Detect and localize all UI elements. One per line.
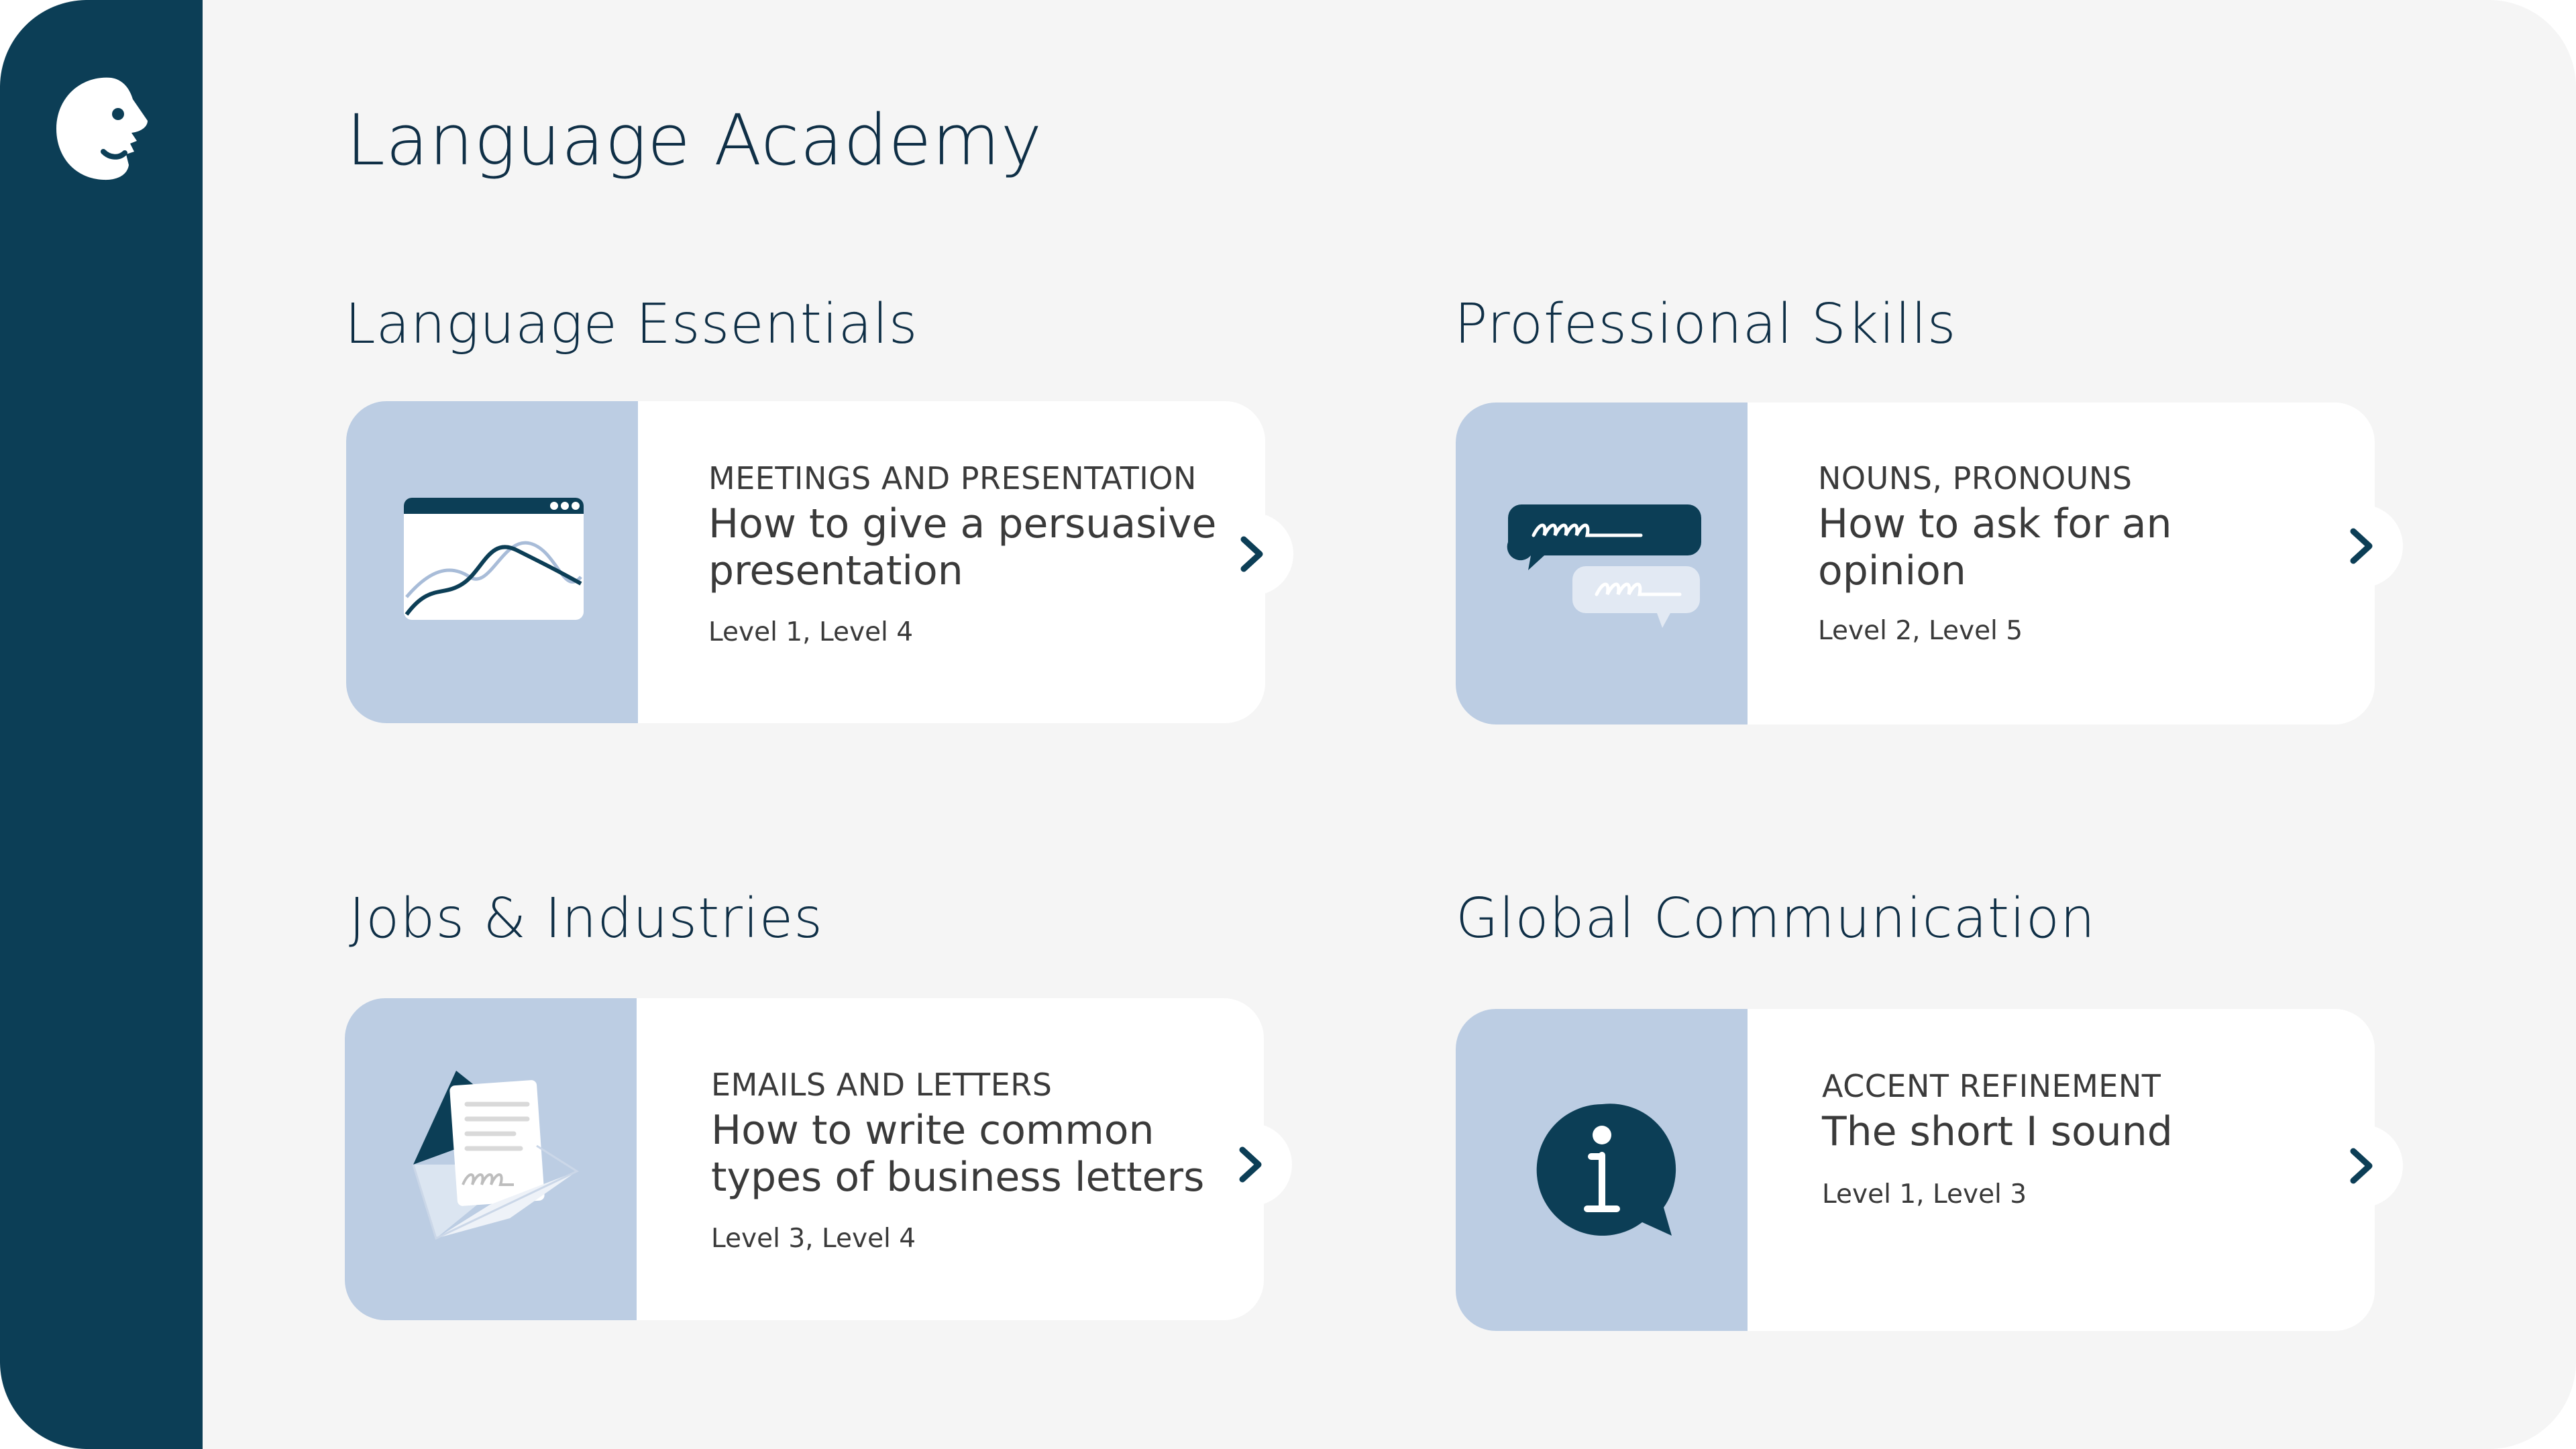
lesson-card-persuasive-presentation[interactable]: MEETINGS AND PRESENTATION How to give a …	[346, 401, 1293, 723]
open-lesson-button[interactable]	[2320, 504, 2403, 588]
card-thumbnail	[345, 998, 637, 1320]
card-levels: Level 2, Level 5	[1818, 616, 2023, 646]
card-category: ACCENT REFINEMENT	[1822, 1068, 2161, 1104]
info-bubble-icon	[1536, 1104, 1676, 1236]
card-levels: Level 1, Level 3	[1822, 1179, 2027, 1210]
lesson-card-short-i-sound[interactable]: ACCENT REFINEMENT The short I sound Leve…	[1456, 1009, 2403, 1331]
lesson-card-ask-for-opinion[interactable]: NOUNS, PRONOUNS How to ask for an opinio…	[1456, 402, 2403, 724]
lesson-card-business-letters[interactable]: EMAILS AND LETTERS How to write common t…	[345, 998, 1292, 1320]
section-title-jobs-industries: Jobs & Industries	[349, 887, 823, 951]
chevron-right-icon	[2350, 1148, 2373, 1184]
open-lesson-button[interactable]	[1210, 513, 1293, 596]
app-window: Language Academy Language Essentials MEE…	[0, 0, 2576, 1449]
face-profile-icon[interactable]	[54, 72, 152, 184]
presentation-chart-icon	[404, 498, 584, 620]
sidebar	[0, 0, 203, 1449]
card-heading[interactable]: How to give a persuasive presentation	[708, 500, 1218, 594]
card-thumbnail	[1456, 1009, 1748, 1331]
section-title-global-communication: Global Communication	[1456, 887, 2096, 951]
card-category: EMAILS AND LETTERS	[711, 1067, 1053, 1103]
card-category: NOUNS, PRONOUNS	[1818, 460, 2133, 496]
card-thumbnail	[1456, 402, 1748, 724]
card-heading[interactable]: How to ask for an opinion	[1818, 500, 2328, 594]
open-lesson-button[interactable]	[2320, 1124, 2403, 1208]
card-levels: Level 3, Level 4	[711, 1224, 916, 1254]
page-title: Language Academy	[346, 99, 1043, 181]
chevron-right-icon	[2350, 528, 2373, 564]
open-lesson-button[interactable]	[1209, 1123, 1292, 1206]
chevron-right-icon	[1239, 1146, 1262, 1183]
card-levels: Level 1, Level 4	[708, 617, 914, 647]
chevron-right-icon	[1240, 536, 1263, 572]
section-title-language-essentials: Language Essentials	[345, 292, 918, 356]
card-heading[interactable]: How to write common types of business le…	[711, 1107, 1221, 1201]
section-title-professional-skills: Professional Skills	[1454, 292, 1957, 356]
card-category: MEETINGS AND PRESENTATION	[708, 460, 1197, 496]
chat-bubbles-icon	[1507, 504, 1701, 628]
card-thumbnail	[346, 401, 638, 723]
envelope-letter-icon	[412, 1071, 580, 1240]
card-heading[interactable]: The short I sound	[1822, 1108, 2332, 1155]
